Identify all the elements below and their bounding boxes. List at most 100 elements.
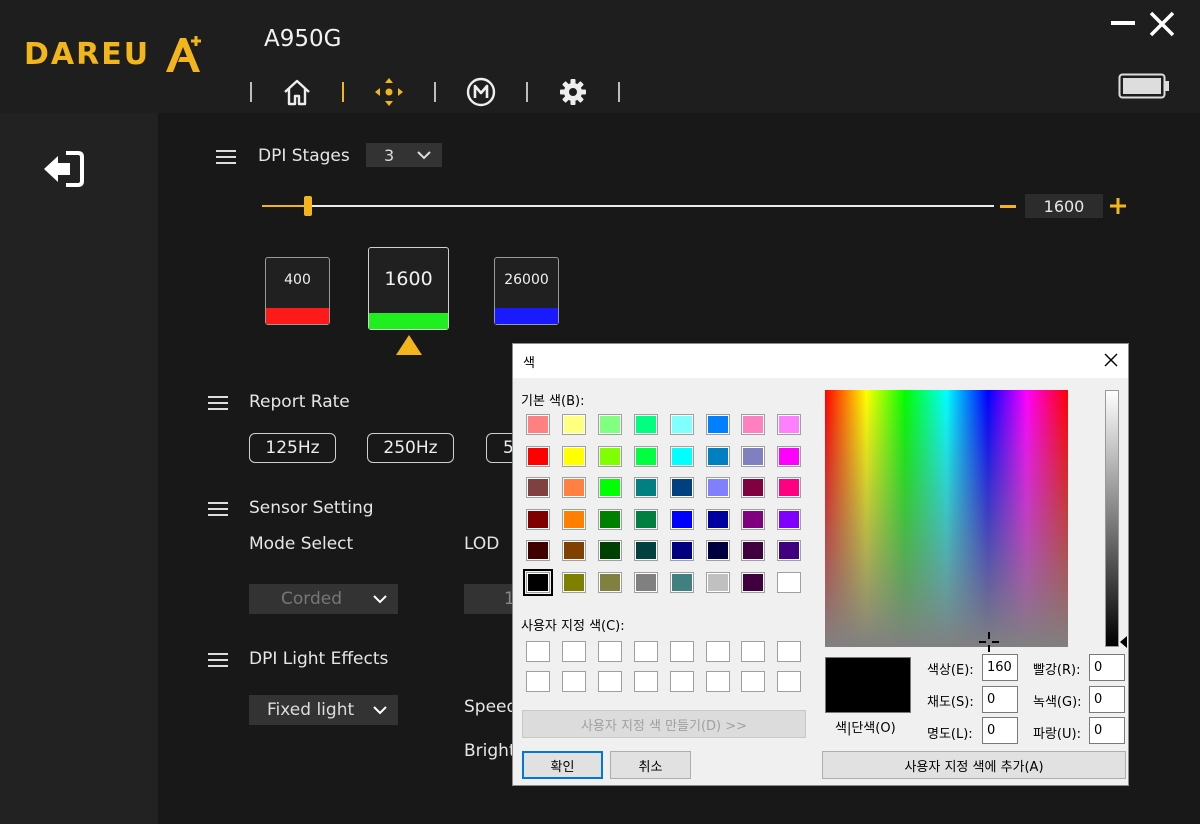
basic-color-swatch[interactable]: [561, 572, 586, 593]
basic-color-swatch[interactable]: [633, 477, 658, 499]
basic-color-swatch[interactable]: [777, 508, 802, 530]
ok-button[interactable]: 확인: [522, 751, 603, 779]
basic-color-swatch[interactable]: [705, 414, 730, 435]
dpi-value-input[interactable]: 1600: [1025, 194, 1103, 218]
basic-color-swatch[interactable]: [777, 540, 802, 562]
basic-color-swatch[interactable]: [526, 508, 550, 530]
nav-home[interactable]: [252, 72, 342, 112]
basic-color-swatch[interactable]: [777, 572, 802, 593]
dpi-stage-card-selected[interactable]: 1600: [368, 247, 449, 330]
basic-color-swatch[interactable]: [561, 540, 586, 562]
custom-color-swatch[interactable]: [777, 671, 802, 692]
basic-color-swatch[interactable]: [669, 508, 694, 530]
dpi-increase-button[interactable]: [1109, 197, 1127, 215]
custom-color-swatch[interactable]: [633, 671, 658, 692]
nav-settings[interactable]: [528, 72, 618, 112]
saturation-input[interactable]: 0: [982, 686, 1018, 713]
basic-color-swatch[interactable]: [705, 572, 730, 593]
basic-color-swatch[interactable]: [633, 445, 658, 467]
custom-color-swatch[interactable]: [669, 641, 694, 662]
dpi-stage-card[interactable]: 400: [265, 257, 330, 325]
custom-color-swatch[interactable]: [777, 641, 802, 662]
nav-macro[interactable]: [436, 72, 526, 112]
basic-color-swatch[interactable]: [561, 508, 586, 530]
basic-color-swatch[interactable]: [777, 445, 802, 467]
close-icon[interactable]: [1104, 353, 1118, 367]
basic-color-swatch[interactable]: [705, 477, 730, 499]
basic-color-swatch[interactable]: [741, 445, 766, 467]
custom-color-swatch[interactable]: [526, 671, 550, 692]
basic-color-swatch[interactable]: [597, 508, 622, 530]
dpi-slider-track[interactable]: [262, 205, 994, 207]
basic-color-swatch[interactable]: [705, 445, 730, 467]
nav-dpi[interactable]: [344, 72, 434, 112]
custom-color-swatch[interactable]: [561, 671, 586, 692]
basic-color-swatch[interactable]: [526, 445, 550, 467]
custom-color-swatch[interactable]: [705, 641, 730, 662]
basic-color-swatch[interactable]: [741, 508, 766, 530]
basic-color-swatch[interactable]: [669, 445, 694, 467]
luminance-slider[interactable]: [1105, 390, 1119, 647]
basic-color-swatch[interactable]: [561, 414, 586, 435]
basic-color-swatch[interactable]: [741, 572, 766, 593]
basic-color-swatch[interactable]: [777, 477, 802, 499]
basic-color-swatch[interactable]: [597, 445, 622, 467]
define-custom-colors-button[interactable]: 사용자 지정 색 만들기(D) >>: [522, 710, 806, 738]
dpi-stages-select[interactable]: 3: [366, 143, 442, 167]
lod-select-dropdown[interactable]: 1: [464, 584, 515, 614]
exit-icon[interactable]: [40, 149, 86, 189]
basic-color-swatch[interactable]: [741, 477, 766, 499]
basic-color-swatch[interactable]: [705, 508, 730, 530]
basic-color-swatch[interactable]: [561, 445, 586, 467]
basic-color-swatch[interactable]: [669, 540, 694, 562]
basic-color-swatch[interactable]: [561, 477, 586, 499]
basic-color-swatch[interactable]: [597, 572, 622, 593]
custom-color-swatch[interactable]: [741, 671, 766, 692]
custom-color-swatch[interactable]: [741, 641, 766, 662]
basic-color-swatch[interactable]: [633, 508, 658, 530]
basic-color-swatch[interactable]: [526, 477, 550, 499]
basic-color-swatch[interactable]: [526, 414, 550, 435]
luminance-input[interactable]: 0: [982, 717, 1018, 744]
basic-color-swatch[interactable]: [597, 414, 622, 435]
basic-color-swatch[interactable]: [669, 414, 694, 435]
light-effect-dropdown[interactable]: Fixed light: [249, 695, 398, 725]
close-icon[interactable]: [1148, 10, 1176, 38]
basic-color-swatch[interactable]: [741, 414, 766, 435]
custom-color-swatch[interactable]: [705, 671, 730, 692]
dpi-decrease-button[interactable]: [1000, 205, 1016, 208]
add-to-custom-colors-button[interactable]: 사용자 지정 색에 추가(A): [822, 751, 1126, 779]
custom-color-swatch[interactable]: [526, 641, 550, 662]
basic-color-swatch[interactable]: [597, 540, 622, 562]
custom-color-swatch[interactable]: [597, 641, 622, 662]
basic-color-swatch[interactable]: [633, 414, 658, 435]
green-input[interactable]: 0: [1089, 686, 1125, 713]
basic-color-swatch[interactable]: [705, 540, 730, 562]
dpi-slider-thumb[interactable]: [304, 196, 312, 216]
basic-color-swatch[interactable]: [523, 569, 553, 596]
custom-color-swatch[interactable]: [669, 671, 694, 692]
hue-input[interactable]: 160: [982, 654, 1018, 681]
minimize-icon[interactable]: [1110, 10, 1136, 36]
red-input[interactable]: 0: [1089, 654, 1125, 681]
luminance-arrow-icon[interactable]: [1120, 636, 1127, 648]
custom-color-swatch[interactable]: [561, 641, 586, 662]
dpi-stage-card[interactable]: 26000: [494, 257, 559, 325]
cancel-button[interactable]: 취소: [610, 751, 691, 779]
basic-color-swatch[interactable]: [633, 540, 658, 562]
basic-color-swatch[interactable]: [669, 572, 694, 593]
crosshair-icon[interactable]: [979, 632, 999, 652]
report-rate-250-button[interactable]: 250Hz: [367, 433, 454, 463]
blue-input[interactable]: 0: [1089, 717, 1125, 744]
custom-color-swatch[interactable]: [597, 671, 622, 692]
basic-color-swatch[interactable]: [526, 540, 550, 562]
mode-select-dropdown[interactable]: Corded: [249, 584, 398, 614]
basic-color-swatch[interactable]: [777, 414, 802, 435]
basic-color-swatch[interactable]: [669, 477, 694, 499]
basic-color-swatch[interactable]: [741, 540, 766, 562]
basic-color-swatch[interactable]: [597, 477, 622, 499]
color-spectrum[interactable]: [825, 390, 1068, 647]
report-rate-125-button[interactable]: 125Hz: [249, 433, 336, 463]
basic-color-swatch[interactable]: [633, 572, 658, 593]
custom-color-swatch[interactable]: [633, 641, 658, 662]
